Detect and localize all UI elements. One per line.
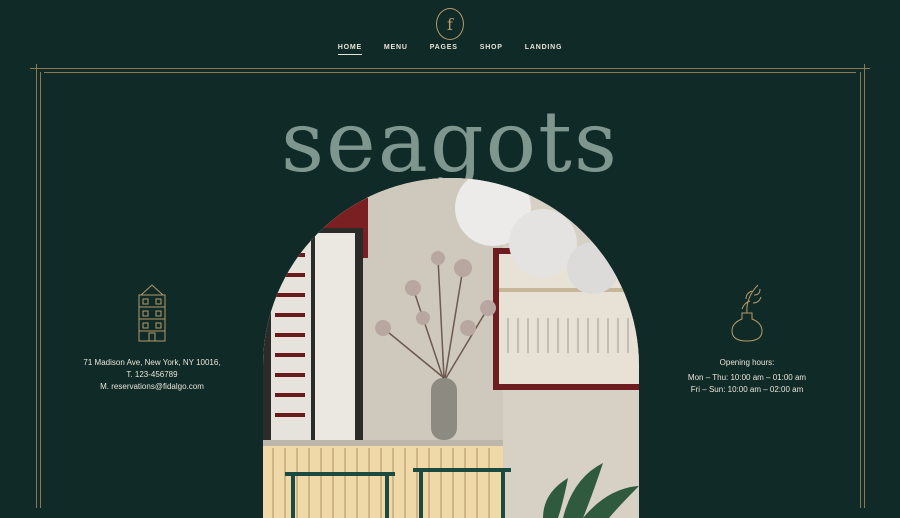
building-icon	[138, 284, 166, 342]
nav-item-menu[interactable]: MENU	[384, 44, 408, 55]
frame-top-inner-line	[44, 72, 856, 73]
hours-weekend: Fri – Sun: 10:00 am – 02:00 am	[690, 385, 804, 394]
hero-arch-image	[263, 178, 639, 518]
hours-weekday: Mon – Thu: 10:00 am – 01:00 am	[687, 373, 807, 382]
vase-icon	[731, 284, 763, 342]
logo-letter: f	[447, 14, 453, 34]
contact-info: 71 Madison Ave, New York, NY 10016, T. 1…	[72, 357, 232, 393]
opening-hours: Opening hours: Mon – Thu: 10:00 am – 01:…	[672, 357, 822, 396]
nav-item-pages[interactable]: PAGES	[430, 44, 458, 55]
nav-item-landing[interactable]: LANDING	[525, 44, 563, 55]
contact-address: 71 Madison Ave, New York, NY 10016,	[83, 358, 221, 367]
nav-item-shop[interactable]: SHOP	[480, 44, 503, 55]
restaurant-interior-illustration	[263, 178, 639, 518]
contact-phone[interactable]: T. 123-456789	[72, 369, 232, 381]
hours-title: Opening hours:	[719, 358, 775, 367]
brand-title: seagots	[280, 93, 620, 191]
contact-email[interactable]: M. reservations@fidalgo.com	[72, 381, 232, 393]
logo[interactable]: f	[436, 8, 464, 40]
main-nav: HOME MENU PAGES SHOP LANDING	[0, 44, 900, 55]
nav-item-home[interactable]: HOME	[337, 44, 362, 55]
frame-top-line	[30, 68, 870, 69]
